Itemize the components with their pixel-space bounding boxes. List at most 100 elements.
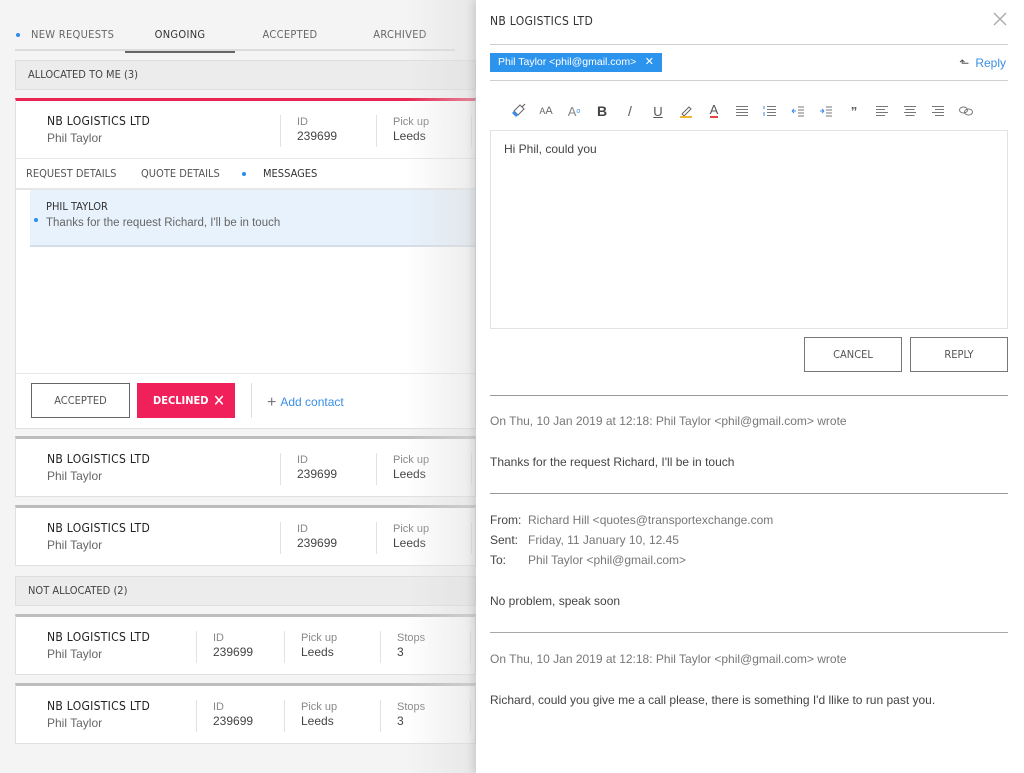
editor-toolbar: AA Ao B / U A ” [504,100,980,122]
tab-ongoing[interactable]: ONGOING [125,24,235,53]
tab-accepted[interactable]: ACCEPTED [235,24,345,51]
cancel-button[interactable]: CANCEL [804,337,902,372]
thread-from-row: From: Richard Hill <quotes@transportexcha… [490,513,773,527]
tab-label: ACCEPTED [262,28,318,41]
request-card-active[interactable]: NB LOGISTICS LTD Phil Taylor ID 239699 P… [15,98,476,429]
pickup-value: Leeds [301,645,334,659]
card-summary[interactable]: NB LOGISTICS LTD Phil Taylor ID 239699 P… [16,439,475,496]
stops-column: Stops 3 [380,700,425,732]
align-right-icon[interactable] [924,100,952,122]
request-card[interactable]: NB LOGISTICS LTD Phil Taylor ID 239699 P… [15,683,476,744]
link-icon[interactable] [952,100,980,122]
plus-icon: + [267,394,277,411]
id-column: ID 239699 [280,115,337,147]
stops-value: 3 [397,714,404,728]
request-card[interactable]: NB LOGISTICS LTD Phil Taylor ID 239699 P… [15,436,476,497]
tab-request-details[interactable]: REQUEST DETAILS [16,159,136,191]
font-color-icon[interactable]: A [700,100,728,122]
unread-dot-icon [34,218,38,222]
pickup-column: Pick up Leeds [284,700,337,732]
thread-message-header: On Thu, 10 Jan 2019 at 12:18: Phil Taylo… [490,652,847,666]
close-icon[interactable]: ✕ [213,383,225,418]
message-sender: PHIL TAYLOR [46,200,108,213]
reply-link[interactable]: ⬑ Reply [959,56,1006,70]
reply-link-label: Reply [975,56,1006,70]
underline-icon[interactable]: U [644,100,672,122]
message-list-item[interactable]: PHIL TAYLOR Thanks for the request Richa… [30,190,475,247]
bulleted-list-icon[interactable] [728,100,756,122]
stops-value: 3 [397,645,404,659]
requests-panel: NEW REQUESTS ONGOING ACCEPTED ARCHIVED A… [0,0,476,773]
recipient-chip[interactable]: Phil Taylor <phil@gmail.com> ✕ [490,53,662,72]
request-card[interactable]: NB LOGISTICS LTD Phil Taylor ID 239699 P… [15,505,476,566]
card-summary[interactable]: NB LOGISTICS LTD Phil Taylor ID 239699 P… [16,686,475,743]
contact-name: Phil Taylor [47,716,103,730]
id-column: ID 239699 [280,453,337,485]
card-actions: ACCEPTED DECLINED ✕ + Add contact [16,373,475,428]
from-value: Richard Hill <quotes@transportexchange.c… [528,513,774,527]
tab-label: NEW REQUESTS [31,28,115,41]
font-size-icon[interactable]: AA [532,100,560,122]
reply-button[interactable]: REPLY [910,337,1008,372]
detail-tabs: REQUEST DETAILS QUOTE DETAILS MESSAGES [16,158,475,193]
highlight-icon[interactable] [672,100,700,122]
stops-label: Stops [397,632,426,644]
company-name: NB LOGISTICS LTD [47,521,151,535]
italic-icon[interactable]: / [616,100,644,122]
sent-value: Friday, 11 January 10, 12.45 [528,533,679,547]
tab-new-requests[interactable]: NEW REQUESTS [15,24,125,51]
unread-dot-icon [16,33,20,37]
divider [490,44,1008,45]
message-list-empty-space [16,247,475,373]
thread-message-body: Thanks for the request Richard, I'll be … [490,455,735,469]
divider [251,383,252,418]
format-painter-icon[interactable] [504,100,532,122]
close-icon[interactable] [990,9,1010,29]
id-label: ID [297,454,308,466]
pickup-value: Leeds [393,129,426,143]
request-card[interactable]: NB LOGISTICS LTD Phil Taylor ID 239699 P… [15,614,476,675]
add-contact-label: Add contact [280,395,344,409]
message-editor[interactable]: Hi Phil, could you [490,130,1008,329]
tab-archived[interactable]: ARCHIVED [345,24,455,51]
outdent-icon[interactable] [784,100,812,122]
add-contact-link[interactable]: + Add contact [267,393,344,411]
section-allocated-to-me[interactable]: ALLOCATED TO ME (3) [15,60,476,90]
id-column: ID 239699 [280,522,337,554]
drawer-title: NB LOGISTICS LTD [490,14,594,28]
declined-button[interactable]: DECLINED ✕ [137,383,235,418]
thread-message-body: Richard, could you give me a call please… [490,693,936,707]
pickup-value: Leeds [393,536,426,550]
section-not-allocated[interactable]: NOT ALLOCATED (2) [15,576,476,606]
remove-recipient-icon[interactable]: ✕ [645,53,654,72]
contact-name: Phil Taylor [47,538,103,552]
tab-label: REQUEST DETAILS [26,167,117,180]
tab-label: MESSAGES [263,167,318,180]
accepted-button[interactable]: ACCEPTED [31,383,130,418]
thread-to-row: To: Phil Taylor <phil@gmail.com> [490,553,686,567]
company-name: NB LOGISTICS LTD [47,114,151,128]
id-value: 239699 [297,467,338,481]
tab-messages[interactable]: MESSAGES [238,159,346,193]
align-left-icon[interactable] [868,100,896,122]
from-label: From: [490,513,522,527]
indent-icon[interactable] [812,100,840,122]
pickup-label: Pick up [301,701,338,713]
pickup-label: Pick up [393,523,430,535]
pickup-value: Leeds [393,467,426,481]
blockquote-icon[interactable]: ” [840,100,868,122]
pickup-label: Pick up [393,454,430,466]
stops-label: Stops [397,701,426,713]
id-label: ID [213,701,224,713]
card-summary[interactable]: NB LOGISTICS LTD Phil Taylor ID 239699 P… [16,101,475,158]
contact-name: Phil Taylor [47,647,103,661]
card-summary[interactable]: NB LOGISTICS LTD Phil Taylor ID 239699 P… [16,508,475,565]
superscript-icon[interactable]: Ao [560,100,588,122]
tab-quote-details[interactable]: QUOTE DETAILS [136,159,238,191]
bold-icon[interactable]: B [588,100,616,122]
align-center-icon[interactable] [896,100,924,122]
numbered-list-icon[interactable] [756,100,784,122]
card-summary[interactable]: NB LOGISTICS LTD Phil Taylor ID 239699 P… [16,617,475,674]
pickup-label: Pick up [393,116,430,128]
id-column: ID 239699 [196,700,253,732]
